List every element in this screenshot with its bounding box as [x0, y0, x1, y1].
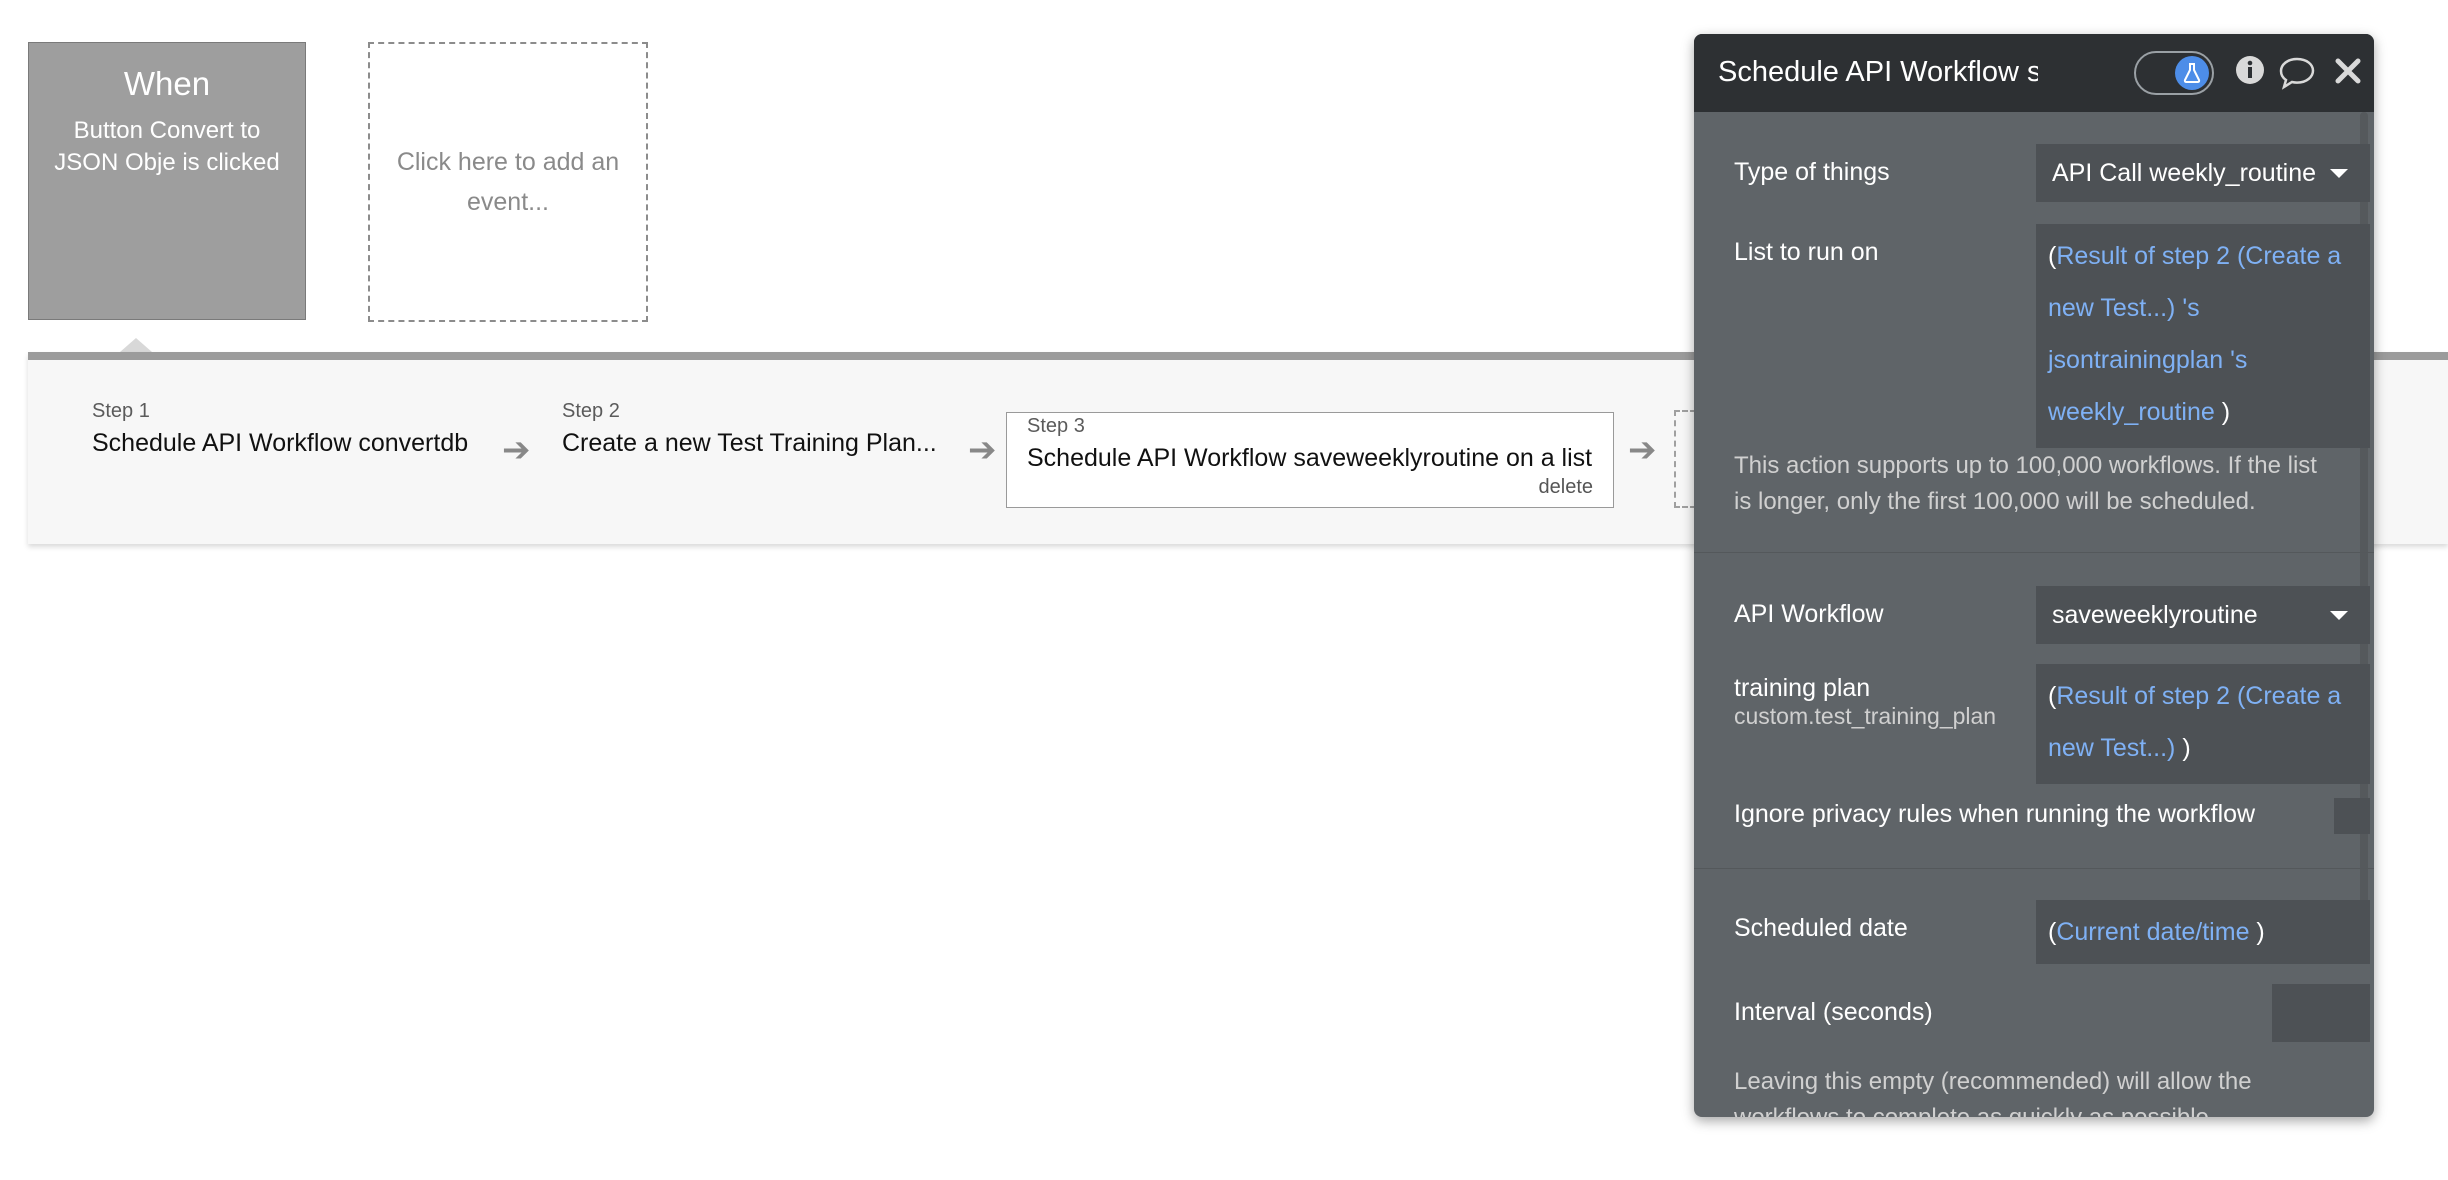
event-card-when[interactable]: When Button Convert to JSON Obje is clic… — [28, 42, 306, 320]
info-icon[interactable] — [2234, 54, 2266, 94]
list-note: This action supports up to 100,000 workf… — [1734, 448, 2334, 520]
chevron-down-icon — [2330, 611, 2348, 620]
dynamic-expression[interactable]: Current date/time — [2056, 918, 2249, 946]
delete-step-link[interactable]: delete — [1539, 476, 1594, 499]
panel-header: Schedule API Workflow s — [1694, 34, 2374, 112]
arrow-right-icon: ➔ — [968, 431, 997, 469]
type-of-things-dropdown[interactable]: API Call weekly_routine — [2036, 144, 2370, 202]
scheduled-date-expression[interactable]: (Current date/time ) — [2036, 900, 2370, 964]
step-3-card[interactable]: Step 3 Schedule API Workflow saveweeklyr… — [1006, 412, 1614, 508]
list-note-text: This action supports up to 100,000 workf… — [1734, 452, 2317, 515]
arrow-right-icon: ➔ — [502, 431, 531, 469]
flask-icon — [2175, 56, 2209, 90]
step-2-label: Step 2 — [562, 400, 620, 422]
expr-close-paren: ) — [2182, 734, 2191, 762]
add-event-placeholder[interactable]: Click here to add an event... — [368, 42, 648, 322]
debug-toggle[interactable] — [2134, 51, 2214, 95]
step-1-card[interactable]: Step 1 Schedule API Workflow convertdb — [92, 400, 468, 458]
dynamic-expression[interactable]: Result of step 2 (Create a new Test...) … — [2048, 242, 2341, 426]
list-to-run-on-expression[interactable]: (Result of step 2 (Create a new Test...)… — [2036, 224, 2370, 448]
event-pointer — [120, 338, 152, 352]
type-of-things-row: Type of things API Call weekly_routine — [1734, 144, 2370, 202]
scheduled-date-row: Scheduled date (Current date/time ) — [1734, 900, 2370, 964]
api-workflow-row: API Workflow saveweeklyroutine — [1734, 586, 2370, 644]
api-workflow-dropdown[interactable]: saveweeklyroutine — [2036, 586, 2370, 644]
interval-input[interactable] — [2272, 984, 2370, 1042]
step-3-title: Schedule API Workflow saveweeklyroutine … — [1027, 444, 1593, 472]
close-icon[interactable] — [2334, 56, 2362, 93]
ignore-privacy-checkbox[interactable] — [2334, 798, 2370, 834]
dynamic-expression[interactable]: Result of step 2 (Create a new Test...) — [2048, 682, 2341, 762]
interval-note: Leaving this empty (recommended) will al… — [1734, 1064, 2334, 1117]
ignore-privacy-row: Ignore privacy rules when running the wo… — [1734, 798, 2370, 834]
list-to-run-on-row: List to run on (Result of step 2 (Create… — [1734, 224, 2370, 448]
type-of-things-value: API Call weekly_routine — [2052, 159, 2317, 187]
section-divider — [1694, 552, 2374, 553]
api-workflow-value: saveweeklyroutine — [2052, 601, 2258, 629]
event-when-label: When — [123, 65, 211, 102]
expr-close-paren: ) — [2221, 398, 2231, 426]
comment-icon[interactable] — [2278, 56, 2316, 98]
property-editor-panel: Schedule API Workflow s Type of things A… — [1694, 34, 2374, 1117]
training-plan-row: training plan custom.test_training_plan … — [1734, 664, 2370, 784]
step-3-label: Step 3 — [1027, 415, 1085, 437]
add-event-label: Click here to add an event... — [396, 148, 620, 216]
section-divider — [1694, 868, 2374, 869]
step-1-label: Step 1 — [92, 400, 150, 422]
interval-label: Interval (seconds) — [1734, 998, 1933, 1026]
step-2-title: Create a new Test Training Plan... — [562, 429, 937, 457]
event-description: Button Convert to JSON Obje is clicked — [54, 117, 280, 176]
interval-row: Interval (seconds) — [1734, 984, 2370, 1042]
training-plan-expression[interactable]: (Result of step 2 (Create a new Test...)… — [2036, 664, 2370, 784]
step-1-title: Schedule API Workflow convertdb — [92, 429, 469, 457]
step-2-card[interactable]: Step 2 Create a new Test Training Plan..… — [562, 400, 937, 458]
interval-note-text: Leaving this empty (recommended) will al… — [1734, 1068, 2252, 1117]
chevron-down-icon — [2330, 169, 2348, 178]
expr-close-paren: ) — [2256, 918, 2265, 946]
ignore-privacy-label: Ignore privacy rules when running the wo… — [1734, 800, 2256, 828]
arrow-right-icon: ➔ — [1628, 431, 1657, 469]
panel-title: Schedule API Workflow s — [1718, 56, 2038, 88]
